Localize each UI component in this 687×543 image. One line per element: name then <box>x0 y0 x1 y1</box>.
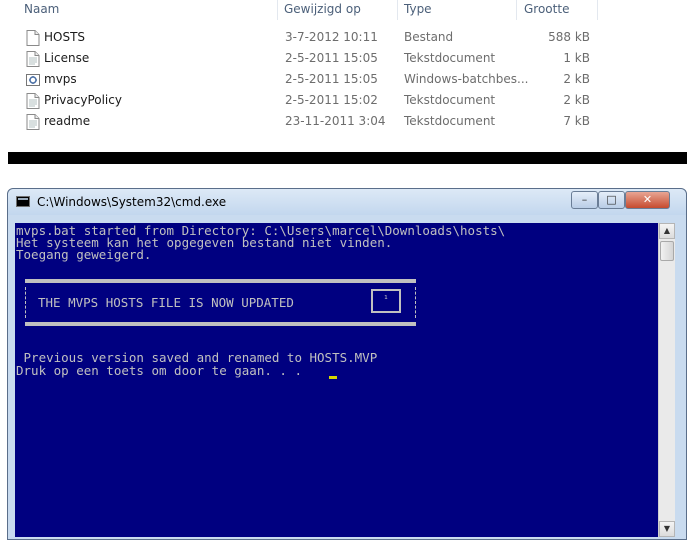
file-type: Windows-batchbes... <box>404 72 529 86</box>
cmd-icon[interactable] <box>16 196 30 207</box>
column-header-modified[interactable]: Gewijzigd op <box>284 2 361 20</box>
column-divider[interactable] <box>597 0 598 20</box>
file-explorer-list: Naam Gewijzigd op Type Grootte HOSTS 3-7… <box>0 0 687 152</box>
column-header-row: Naam Gewijzigd op Type Grootte <box>0 0 687 20</box>
file-name: HOSTS <box>44 30 86 44</box>
column-divider[interactable] <box>516 0 517 20</box>
column-header-name[interactable]: Naam <box>24 2 59 20</box>
text-file-icon <box>26 93 40 109</box>
file-modified: 2-5-2011 15:05 <box>285 51 378 65</box>
file-size: 1 kB <box>563 51 590 65</box>
minimize-button[interactable]: – <box>571 191 598 209</box>
console-output[interactable]: mvps.bat started from Directory: C:\User… <box>15 223 658 537</box>
console-line: Druk op een toets om door te gaan. . . <box>16 363 302 378</box>
update-banner-text: THE MVPS HOSTS FILE IS NOW UPDATED <box>38 295 294 310</box>
batch-file-icon <box>26 74 40 86</box>
file-row-license[interactable]: License 2-5-2011 15:05 Tekstdocument 1 k… <box>0 48 687 69</box>
file-type: Tekstdocument <box>404 93 496 107</box>
column-divider[interactable] <box>397 0 398 20</box>
file-type: Tekstdocument <box>404 114 496 128</box>
banner-right-border <box>415 287 416 318</box>
file-modified: 2-5-2011 15:02 <box>285 93 378 107</box>
file-size: 588 kB <box>548 30 590 44</box>
close-button[interactable]: ✕ <box>625 191 670 209</box>
text-file-icon <box>26 114 40 130</box>
scroll-thumb[interactable] <box>660 241 674 261</box>
update-banner-box: THE MVPS HOSTS FILE IS NOW UPDATED ¹ <box>25 279 416 326</box>
file-name: License <box>44 51 90 65</box>
text-cursor <box>329 376 337 379</box>
file-row-readme[interactable]: readme 23-11-2011 3:04 Tekstdocument 7 k… <box>0 111 687 132</box>
column-header-type[interactable]: Type <box>404 2 432 20</box>
file-modified: 3-7-2012 10:11 <box>285 30 378 44</box>
file-size: 2 kB <box>563 72 590 86</box>
file-size: 2 kB <box>563 93 590 107</box>
file-type: Tekstdocument <box>404 51 496 65</box>
file-modified: 2-5-2011 15:05 <box>285 72 378 86</box>
file-row-mvps[interactable]: mvps 2-5-2011 15:05 Windows-batchbes... … <box>0 69 687 90</box>
banner-mini-box: ¹ <box>371 289 401 313</box>
column-divider[interactable] <box>277 0 278 20</box>
file-row-privacypolicy[interactable]: PrivacyPolicy 2-5-2011 15:02 Tekstdocume… <box>0 90 687 111</box>
file-name: PrivacyPolicy <box>44 93 122 107</box>
blank-file-icon <box>26 30 40 46</box>
file-type: Bestand <box>404 30 454 44</box>
file-size: 7 kB <box>563 114 590 128</box>
banner-left-border <box>25 287 26 318</box>
scroll-down-arrow-icon[interactable]: ▼ <box>659 521 675 537</box>
window-title: C:\Windows\System32\cmd.exe <box>37 195 227 209</box>
title-bar[interactable]: C:\Windows\System32\cmd.exe – □ ✕ <box>8 189 686 215</box>
scroll-up-arrow-icon[interactable]: ▲ <box>659 223 675 239</box>
text-file-icon <box>26 51 40 67</box>
file-row-hosts[interactable]: HOSTS 3-7-2012 10:11 Bestand 588 kB <box>0 27 687 48</box>
black-divider-bar <box>8 152 687 164</box>
vertical-scrollbar[interactable]: ▲ ▼ <box>658 223 675 537</box>
cmd-window: C:\Windows\System32\cmd.exe – □ ✕ mvps.b… <box>7 188 687 540</box>
maximize-button[interactable]: □ <box>598 191 625 209</box>
console-line: Toegang geweigerd. <box>16 247 152 262</box>
file-modified: 23-11-2011 3:04 <box>285 114 386 128</box>
file-name: mvps <box>44 72 77 86</box>
column-header-size[interactable]: Grootte <box>524 2 569 20</box>
file-name: readme <box>44 114 91 128</box>
